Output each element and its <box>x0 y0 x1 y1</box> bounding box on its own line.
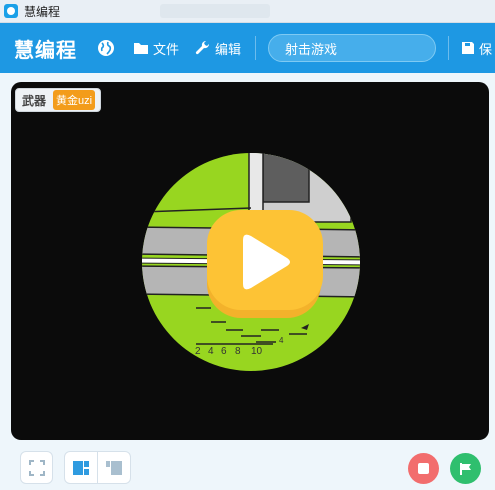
file-menu-button[interactable]: 文件 <box>133 39 179 58</box>
play-icon <box>207 210 323 318</box>
range-mark-label: 6 <box>221 346 227 357</box>
stop-icon <box>418 463 429 474</box>
variable-name: 武器 <box>22 93 47 108</box>
small-stage-layout-button[interactable] <box>97 452 130 483</box>
app-logo: 慧编程 <box>14 39 77 62</box>
stop-button[interactable] <box>408 453 439 484</box>
variable-monitor[interactable]: 武器 黄金uzi <box>15 88 102 112</box>
range-mark-label: 2 <box>195 346 201 357</box>
mblock-icon <box>4 4 18 18</box>
save-button[interactable]: 保 <box>461 39 492 58</box>
variable-value: 黄金uzi <box>53 90 96 110</box>
fullscreen-icon <box>28 459 45 476</box>
background-window-tab <box>160 4 270 18</box>
header-divider <box>255 36 257 60</box>
stage-canvas[interactable]: 2 4 6 8 10 4 武器 黄金uzi <box>11 82 489 440</box>
large-stage-layout-icon <box>73 460 89 475</box>
save-icon <box>462 42 475 54</box>
range-mark-label: 10 <box>251 346 263 357</box>
range-mark-label: 4 <box>208 346 214 357</box>
edit-menu-button[interactable]: 编辑 <box>195 39 241 58</box>
range-mark-label: 8 <box>235 346 241 357</box>
header-divider <box>448 36 450 60</box>
project-name-text: 射击游戏 <box>285 41 338 57</box>
stage-layout-toggle <box>64 451 131 484</box>
wrench-icon <box>195 40 210 55</box>
globe-icon <box>98 40 114 56</box>
file-menu-label: 文件 <box>153 41 180 57</box>
save-label: 保 <box>479 41 493 57</box>
stage-area: 2 4 6 8 10 4 武器 黄金uzi <box>0 73 495 490</box>
green-flag-button[interactable] <box>450 453 481 484</box>
project-name-input[interactable]: 射击游戏 <box>268 34 437 62</box>
fullscreen-button[interactable] <box>20 451 53 484</box>
small-stage-layout-icon <box>106 460 122 475</box>
language-button[interactable] <box>97 39 115 57</box>
range-mark-label: 4 <box>279 336 284 345</box>
window-title-bar: 慧编程 <box>0 0 495 23</box>
window-title: 慧编程 <box>24 4 61 19</box>
green-flag-icon <box>459 462 471 475</box>
large-stage-layout-button[interactable] <box>65 452 97 483</box>
app-header: 慧编程 文件 编辑 射击游戏 保 <box>0 23 495 73</box>
folder-icon <box>134 43 148 54</box>
scope-scene: 2 4 6 8 10 4 <box>142 153 360 371</box>
edit-menu-label: 编辑 <box>215 41 242 57</box>
